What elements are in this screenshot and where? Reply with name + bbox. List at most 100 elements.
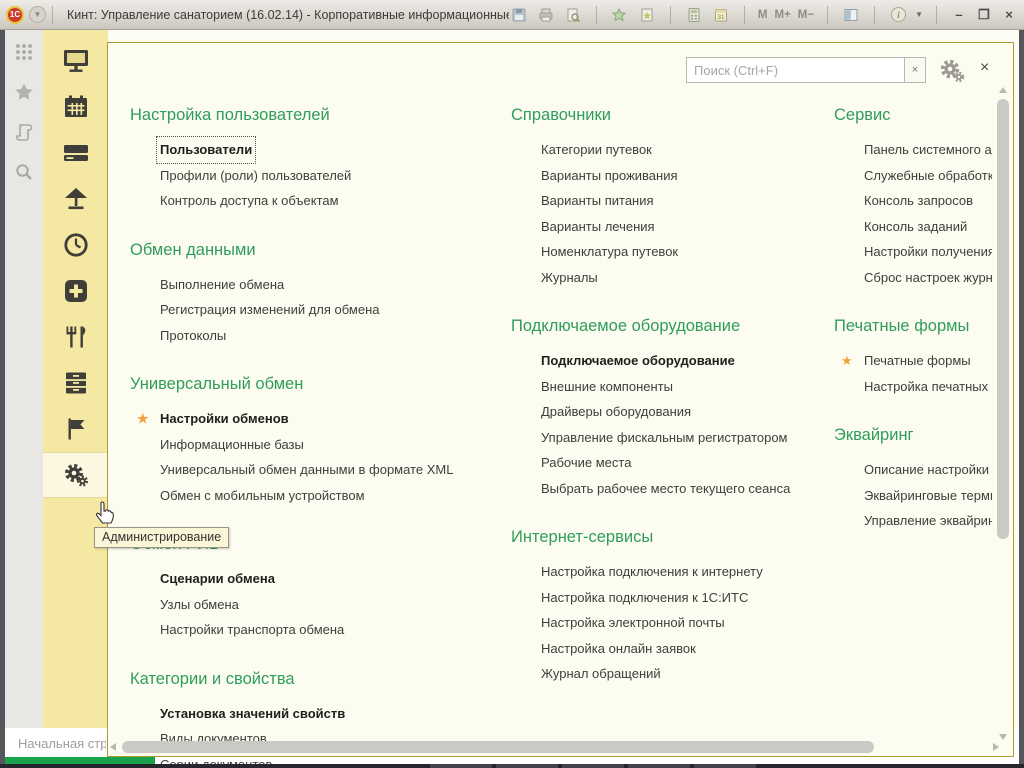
menu-item[interactable]: Описание настройки экв [834, 457, 992, 483]
menu-item[interactable]: Протоколы [130, 323, 511, 349]
favorites-star-icon[interactable] [12, 80, 36, 104]
menu-item[interactable]: Сброс настроек журнал [834, 265, 992, 291]
panel-close-icon[interactable]: × [980, 59, 989, 77]
menu-item[interactable]: Выполнение обмена [130, 272, 511, 298]
split-window-icon[interactable] [841, 5, 861, 25]
sidebar-section-gears-icon[interactable] [43, 452, 108, 498]
window-frame-right [1019, 30, 1024, 764]
sidebar-section-medical-plus-icon[interactable] [43, 268, 108, 314]
info-icon[interactable]: i [888, 5, 908, 25]
scroll-right-arrow-icon[interactable] [993, 743, 999, 751]
menu-item[interactable]: Сценарии обмена [130, 566, 511, 592]
menu-item[interactable]: Настройка электронной почты [511, 610, 834, 636]
menu-item[interactable]: ★ Печатные формы [834, 348, 992, 374]
menu-item[interactable]: Управление фискальным регистратором [511, 425, 834, 451]
favorites-add-icon[interactable] [610, 5, 630, 25]
save-icon[interactable] [509, 5, 529, 25]
close-button[interactable]: × [1000, 7, 1018, 22]
favorites-doc-icon[interactable] [637, 5, 657, 25]
menu-item[interactable]: Консоль заданий [834, 214, 992, 240]
search-input[interactable] [686, 57, 905, 83]
menu-item[interactable]: Панель системного адм [834, 137, 992, 163]
search-clear-button[interactable]: × [905, 57, 926, 83]
minimize-button[interactable]: – [950, 7, 968, 22]
history-scroll-icon[interactable] [12, 120, 36, 144]
menu-item[interactable]: Настройки получения и [834, 239, 992, 265]
horizontal-scroll-thumb[interactable] [122, 741, 874, 753]
taskbar-window-button[interactable] [694, 764, 756, 768]
calendar-icon[interactable]: 31 [711, 5, 731, 25]
print-preview-icon[interactable] [563, 5, 583, 25]
menu-item[interactable]: Варианты питания [511, 188, 834, 214]
menu-item[interactable]: ★ Настройки обменов [130, 406, 511, 432]
vertical-scrollbar[interactable] [997, 87, 1010, 740]
panel-settings-gear-icon[interactable] [937, 57, 967, 85]
menu-item[interactable]: Настройки транспорта обмена [130, 617, 511, 643]
menu-item[interactable]: Управление эквайринго [834, 508, 992, 534]
menu-item[interactable]: Варианты проживания [511, 163, 834, 189]
titlebar-separator [595, 5, 597, 24]
menu-item[interactable]: Универсальный обмен данными в формате XM… [130, 457, 511, 483]
search-magnifier-icon[interactable] [12, 160, 36, 184]
menu-item[interactable]: Журналы [511, 265, 834, 291]
taskbar-window-button[interactable] [496, 764, 558, 768]
menu-item-label: Информационные базы [160, 436, 304, 452]
menu-item[interactable]: Подключаемое оборудование [511, 348, 834, 374]
menu-item[interactable]: Служебные обработки [834, 163, 992, 189]
sidebar-section-lamp-icon[interactable] [43, 176, 108, 222]
menu-item[interactable]: Рабочие места [511, 450, 834, 476]
memory-m-button[interactable]: M [758, 9, 768, 21]
menu-item[interactable]: Эквайринговые термина [834, 483, 992, 509]
system-menu-caret-icon[interactable]: ▼ [29, 6, 46, 23]
tab-home-page[interactable]: Начальная стр [18, 736, 106, 751]
calculator-icon[interactable] [684, 5, 704, 25]
menu-item[interactable]: Номенклатура путевок [511, 239, 834, 265]
taskbar-window-button[interactable] [430, 764, 492, 768]
sidebar-section-dining-icon[interactable] [43, 314, 108, 360]
vertical-scroll-thumb[interactable] [997, 99, 1009, 539]
menu-item[interactable]: Пользователи [130, 136, 511, 164]
taskbar-window-button[interactable] [628, 764, 690, 768]
favorite-star-icon: ★ [137, 411, 149, 426]
menu-item-label: Контроль доступа к объектам [160, 193, 339, 208]
sidebar-section-desktop-monitor-icon[interactable] [43, 38, 108, 84]
menu-item[interactable]: Контроль доступа к объектам [130, 188, 511, 214]
scroll-left-arrow-icon[interactable] [110, 743, 116, 751]
menu-item[interactable]: Информационные базы [130, 432, 511, 458]
menu-item-label: Номенклатура путевок [541, 244, 679, 259]
horizontal-scrollbar[interactable] [110, 741, 1011, 754]
scroll-down-arrow-icon[interactable] [999, 734, 1007, 740]
scroll-up-arrow-icon[interactable] [999, 87, 1007, 93]
print-icon[interactable] [536, 5, 556, 25]
taskbar-window-button[interactable] [562, 764, 624, 768]
sidebar-section-cabinet-icon[interactable] [43, 360, 108, 406]
menu-item[interactable]: Регистрация изменений для обмена [130, 297, 511, 323]
menu-item-label: Управление фискальным регистратором [541, 429, 788, 445]
menu-column: Справочники Категории путевок Варианты про… [511, 106, 834, 768]
restore-button[interactable]: ❐ [975, 7, 993, 23]
menu-item[interactable]: Настройка онлайн заявок [511, 636, 834, 662]
info-caret-icon[interactable]: ▼ [915, 10, 923, 19]
menu-item[interactable]: Обмен с мобильным устройством [130, 483, 511, 509]
menu-item[interactable]: Выбрать рабочее место текущего сеанса [511, 476, 834, 502]
sidebar-section-calendar-icon[interactable] [43, 84, 108, 130]
menu-item[interactable]: Настройка подключения к 1С:ИТС [511, 585, 834, 611]
menu-section: Эквайринг Описание настройки экв Эквайринг… [834, 426, 992, 534]
menu-item[interactable]: Настройка подключения к интернету [511, 559, 834, 585]
menu-item[interactable]: Журнал обращений [511, 661, 834, 687]
menu-item[interactable]: Настройка печатных фо [834, 374, 992, 400]
menu-item[interactable]: Категории путевок [511, 137, 834, 163]
memory-m-minus-button[interactable]: M− [798, 9, 814, 21]
memory-m-plus-button[interactable]: M+ [774, 9, 790, 21]
apps-grid-icon[interactable] [12, 40, 36, 64]
menu-item[interactable]: Установка значений свойств [130, 701, 511, 727]
menu-item[interactable]: Драйверы оборудования [511, 399, 834, 425]
menu-item[interactable]: Консоль запросов [834, 188, 992, 214]
menu-item[interactable]: Варианты лечения [511, 214, 834, 240]
sidebar-section-flag-icon[interactable] [43, 406, 108, 452]
sidebar-section-payment-card-icon[interactable] [43, 130, 108, 176]
menu-item[interactable]: Внешние компоненты [511, 374, 834, 400]
menu-item[interactable]: Узлы обмена [130, 592, 511, 618]
menu-item[interactable]: Профили (роли) пользователей [130, 163, 511, 189]
sidebar-section-clock-icon[interactable] [43, 222, 108, 268]
